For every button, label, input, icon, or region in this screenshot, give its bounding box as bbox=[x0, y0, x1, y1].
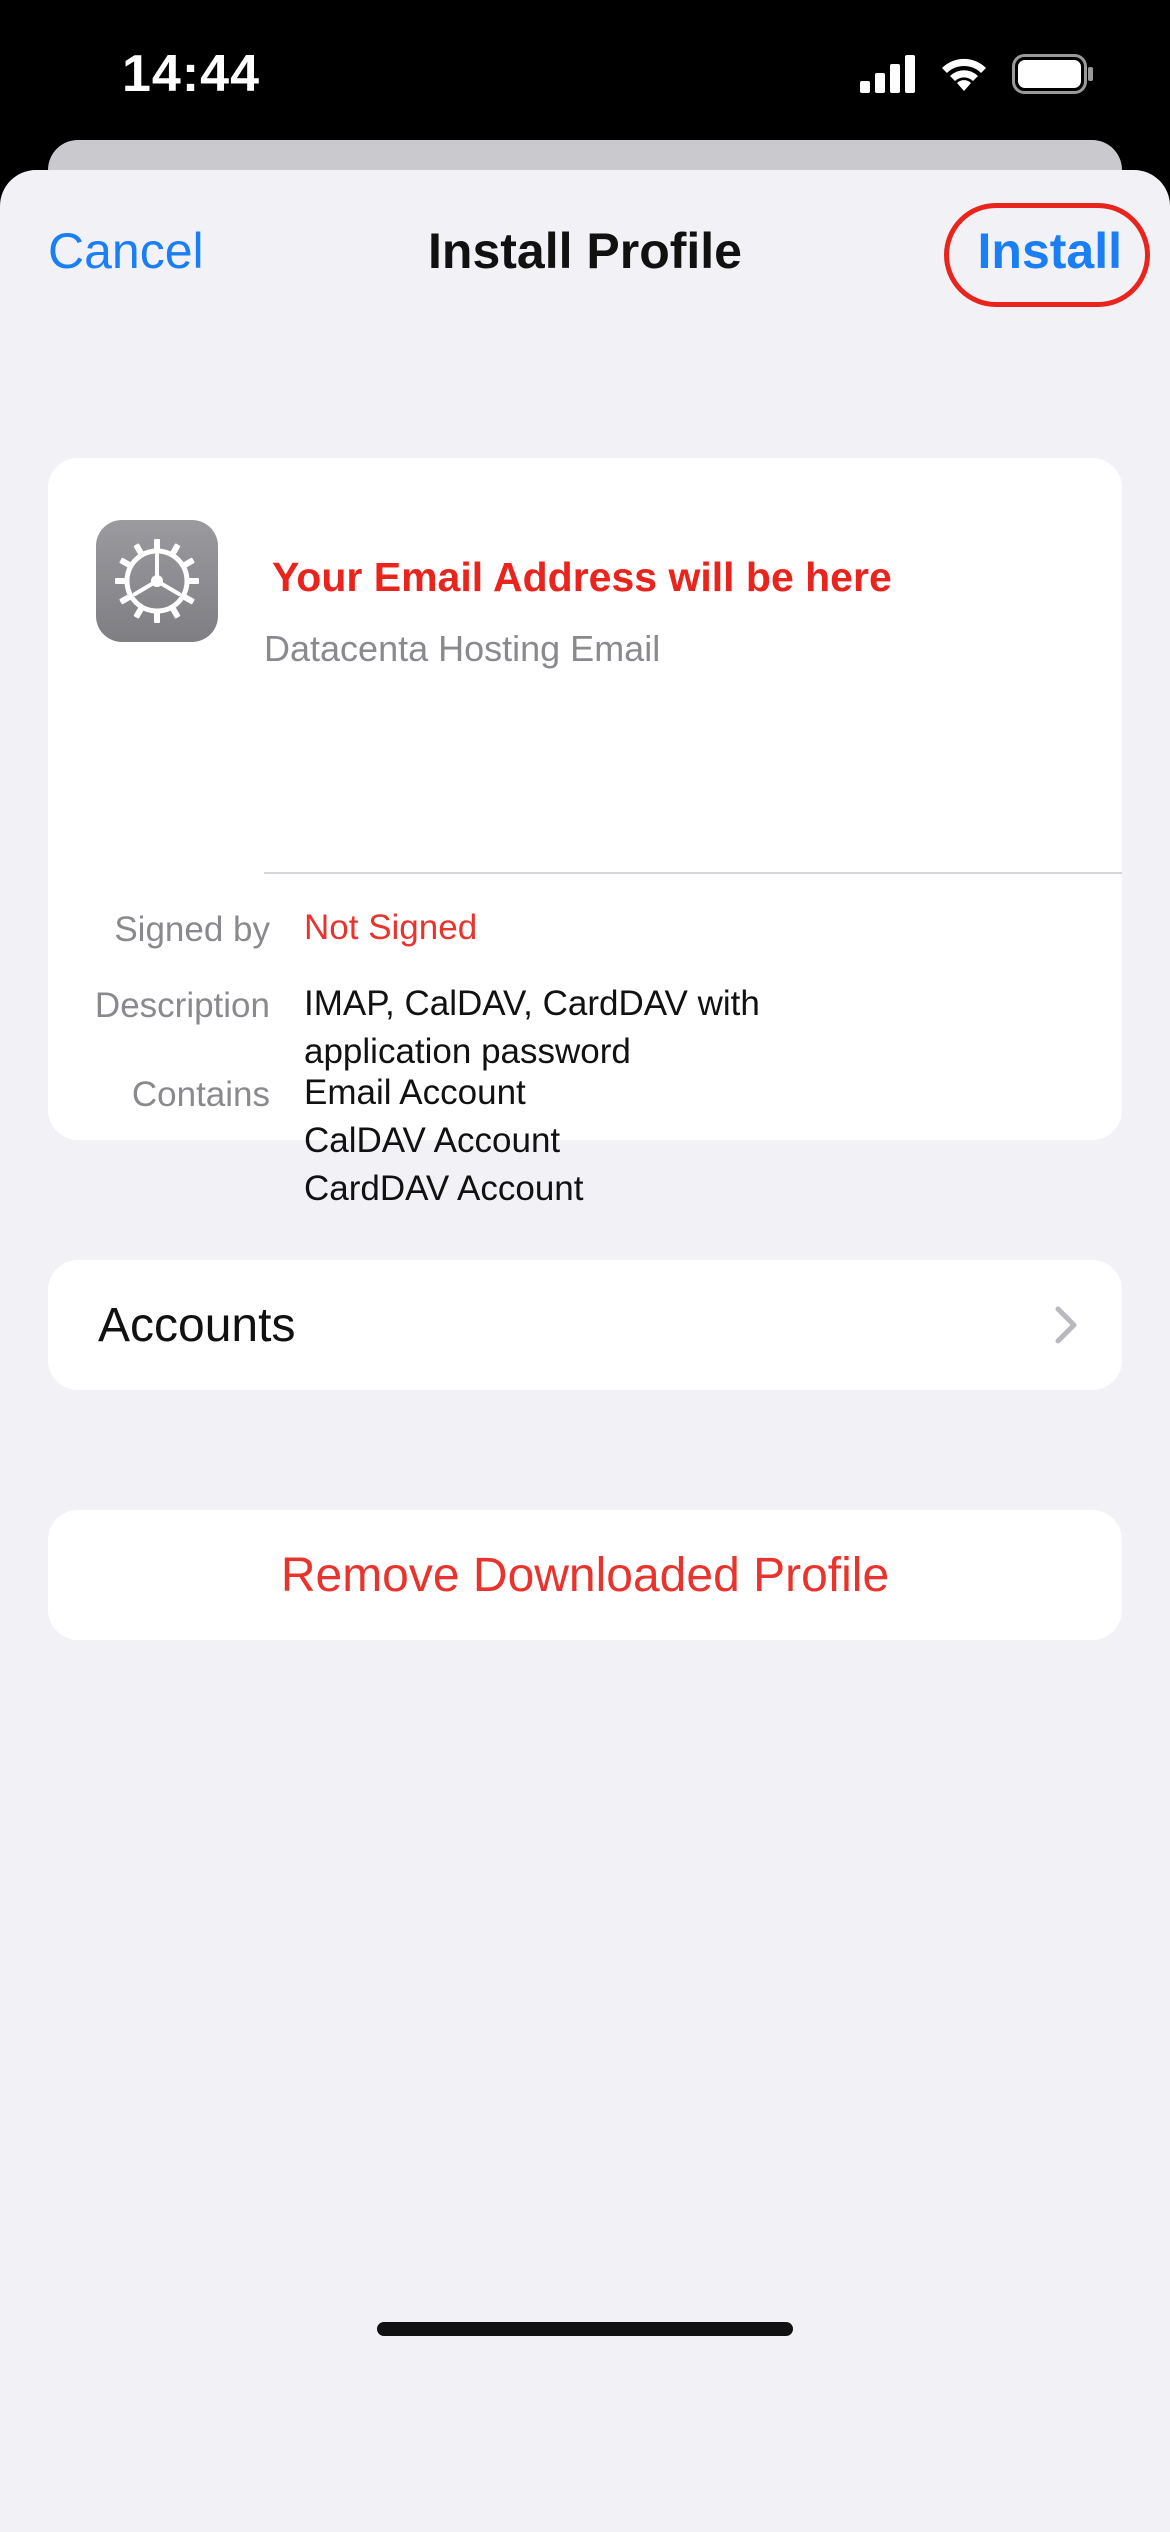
profile-name: Your Email Address will be here bbox=[272, 554, 892, 600]
signed-status-value: Not Signed bbox=[304, 908, 478, 947]
detail-label: Description bbox=[94, 986, 270, 1025]
cancel-button[interactable]: Cancel bbox=[48, 222, 204, 280]
chevron-right-icon bbox=[1054, 1306, 1078, 1349]
accounts-row[interactable]: Accounts bbox=[48, 1260, 1122, 1390]
profile-subtitle: Datacenta Hosting Email bbox=[264, 628, 661, 669]
status-icons bbox=[860, 53, 1094, 99]
profile-card: Your Email Address will be here Datacent… bbox=[48, 458, 1122, 1208]
description-value: IMAP, CalDAV, CardDAV with application p… bbox=[304, 984, 760, 1071]
battery-icon bbox=[1012, 53, 1094, 99]
status-time: 14:44 bbox=[122, 45, 260, 103]
wifi-icon bbox=[938, 55, 990, 98]
settings-gear-icon bbox=[96, 520, 218, 642]
home-indicator[interactable] bbox=[377, 2322, 793, 2336]
divider bbox=[264, 872, 1122, 874]
accounts-label: Accounts bbox=[98, 1299, 296, 1352]
install-profile-sheet: Cancel Install Profile Install Your Emai… bbox=[0, 170, 1170, 2532]
remove-downloaded-profile-button[interactable]: Remove Downloaded Profile bbox=[48, 1510, 1122, 1640]
cellular-signal-icon bbox=[860, 54, 916, 98]
remove-profile-label: Remove Downloaded Profile bbox=[280, 1549, 890, 1602]
detail-label: Signed by bbox=[114, 910, 270, 949]
detail-label: Contains bbox=[131, 1075, 270, 1114]
contains-value: Email Account CalDAV Account CardDAV Acc… bbox=[304, 1073, 584, 1208]
install-button[interactable]: Install bbox=[978, 222, 1122, 280]
